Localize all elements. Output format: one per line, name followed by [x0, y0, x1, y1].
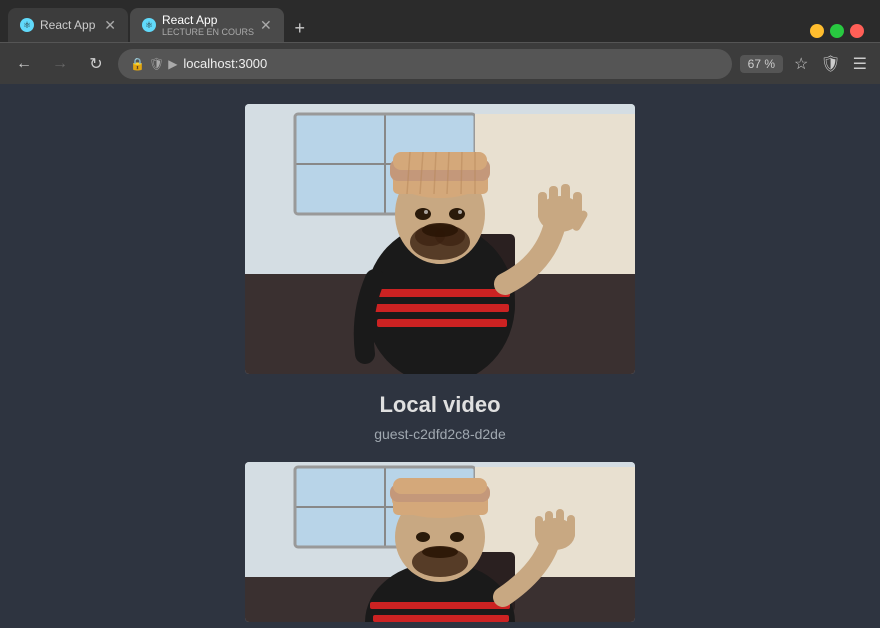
video-id-1: guest-c2dfd2c8-d2de — [374, 426, 506, 442]
tab-react-app-1[interactable]: ⚛ React App ✕ — [8, 8, 128, 42]
toolbar: ← → ↻ 🔒 🛡 ▶ localhost:3000 67 % ☆ 🛡 ☰ — [0, 42, 880, 84]
tab-subtitle-2: LECTURE EN COURS — [162, 27, 254, 37]
shield-icon: 🛡 — [149, 57, 164, 71]
tab-title-group-2: React App LECTURE EN COURS — [162, 13, 254, 37]
video-svg-2 — [245, 462, 635, 622]
zoom-level[interactable]: 67 % — [740, 55, 783, 73]
close-button[interactable] — [850, 24, 864, 38]
tab-bar: ⚛ React App ✕ ⚛ React App LECTURE EN COU… — [0, 0, 880, 42]
toolbar-icons: ☆ 🛡 ☰ — [791, 51, 870, 77]
reload-button[interactable]: ↻ — [82, 50, 110, 78]
shield-toolbar-icon[interactable]: 🛡 — [817, 51, 843, 77]
address-icons: 🔒 🛡 ▶ — [130, 57, 177, 71]
tab-title-2: React App — [162, 13, 254, 27]
browser-chrome: ⚛ React App ✕ ⚛ React App LECTURE EN COU… — [0, 0, 880, 84]
pip-icon: ▶ — [168, 57, 177, 71]
tab-favicon-2: ⚛ — [142, 18, 156, 32]
tab-title-1: React App — [40, 18, 95, 32]
bookmark-icon[interactable]: ☆ — [791, 51, 811, 77]
window-controls — [810, 24, 872, 42]
address-text: localhost:3000 — [183, 56, 719, 71]
back-button[interactable]: ← — [10, 50, 38, 78]
video-label-1: Local video — [379, 392, 500, 418]
video-container-1 — [245, 104, 635, 374]
tab-react-app-2[interactable]: ⚛ React App LECTURE EN COURS ✕ — [130, 8, 284, 42]
address-bar[interactable]: 🔒 🛡 ▶ localhost:3000 — [118, 49, 732, 79]
maximize-button[interactable] — [830, 24, 844, 38]
tab-close-1[interactable]: ✕ — [104, 17, 116, 34]
forward-button[interactable]: → — [46, 50, 74, 78]
page-content: Local video guest-c2dfd2c8-d2de — [0, 84, 880, 628]
tab-close-2[interactable]: ✕ — [260, 17, 272, 34]
menu-icon[interactable]: ☰ — [850, 51, 870, 77]
minimize-button[interactable] — [810, 24, 824, 38]
new-tab-button[interactable]: + — [286, 14, 314, 42]
lock-icon: 🔒 — [130, 57, 145, 71]
video-svg-1 — [245, 104, 635, 374]
tab-favicon-1: ⚛ — [20, 18, 34, 32]
video-container-2 — [245, 462, 635, 622]
